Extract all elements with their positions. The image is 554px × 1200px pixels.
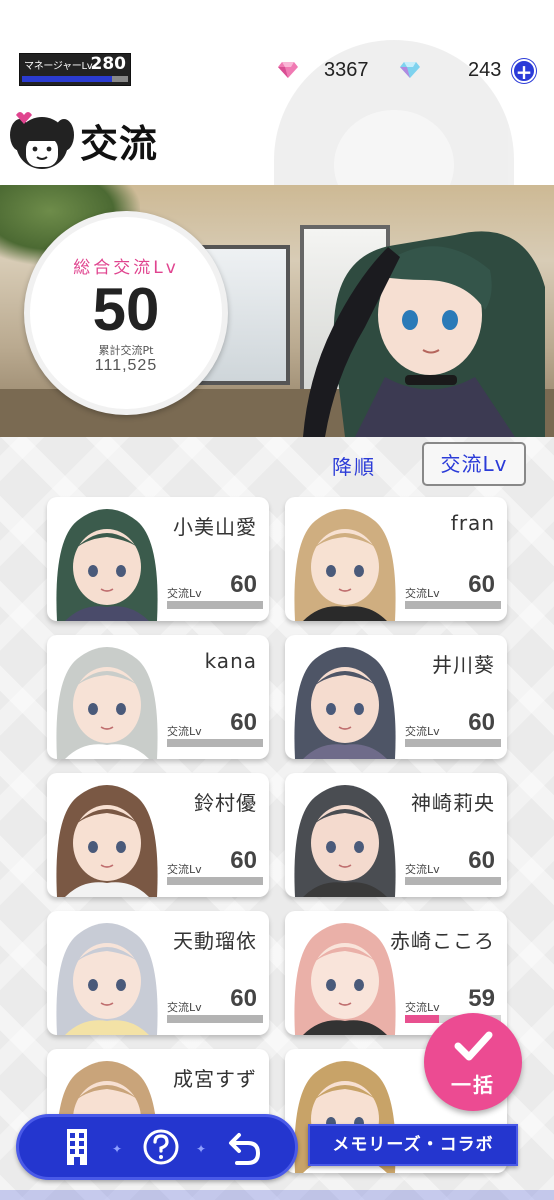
- manager-level-label: マネージャーLv: [24, 61, 93, 72]
- idol-portrait: [294, 509, 396, 621]
- idol-card[interactable]: 井川葵交流Lv 60: [285, 635, 507, 759]
- idol-level-label: 交流Lv: [405, 863, 440, 876]
- idol-level-progress-fill: [167, 1015, 263, 1023]
- idol-name: 赤崎こころ: [390, 929, 495, 953]
- blue-gem-count: 243: [468, 58, 502, 81]
- total-pt-value: 111,525: [94, 357, 158, 374]
- idol-level-progress-bar: [167, 1015, 263, 1023]
- sort-key-button[interactable]: 交流Lv: [422, 442, 526, 486]
- idol-level-value: 60: [230, 709, 257, 736]
- idol-level-label: 交流Lv: [405, 1001, 440, 1014]
- idol-portrait: [56, 509, 158, 621]
- total-level-value: 50: [92, 276, 160, 343]
- idol-level-label: 交流Lv: [167, 587, 202, 600]
- idol-name: 井川葵: [432, 653, 495, 677]
- idol-level-progress-bar: [405, 601, 501, 609]
- idol-level-progress-fill: [405, 877, 501, 885]
- idol-card[interactable]: 小美山愛交流Lv 60: [47, 497, 269, 621]
- idol-level-value: 59: [468, 985, 495, 1012]
- idol-card[interactable]: 神崎莉央交流Lv 60: [285, 773, 507, 897]
- top-bar: マネージャーLv 280 3367 243 + 交流: [0, 0, 554, 185]
- idol-portrait: [294, 785, 396, 897]
- idol-name: 鈴村優: [194, 791, 257, 815]
- help-icon[interactable]: [141, 1127, 181, 1167]
- idol-portrait: [294, 923, 396, 1035]
- idol-portrait: [56, 647, 158, 759]
- idol-level-progress-fill: [167, 877, 263, 885]
- idol-name: 小美山愛: [173, 515, 257, 539]
- idol-portrait: [294, 647, 396, 759]
- idol-level-label: 交流Lv: [405, 587, 440, 600]
- manager-level-value: 280: [90, 54, 127, 74]
- manager-level-box[interactable]: マネージャーLv 280: [19, 53, 131, 86]
- idol-level-value: 60: [230, 985, 257, 1012]
- blue-gem-icon: [400, 62, 420, 78]
- mascot-head-icon: [10, 112, 74, 169]
- idol-name: kana: [204, 649, 257, 673]
- blue-gem-counter: 243: [400, 56, 501, 84]
- idol-name: 神崎莉央: [411, 791, 495, 815]
- total-pt-label: 累計交流Pt: [98, 344, 154, 357]
- bulk-action-button[interactable]: 一括: [424, 1013, 522, 1111]
- idol-portrait: [56, 923, 158, 1035]
- idol-level-progress-bar: [167, 601, 263, 609]
- idol-name: 天動瑠依: [173, 929, 257, 953]
- idol-level-progress-bar: [405, 739, 501, 747]
- idol-card[interactable]: 鈴村優交流Lv 60: [47, 773, 269, 897]
- idol-level-label: 交流Lv: [167, 1001, 202, 1014]
- idol-level-label: 交流Lv: [167, 725, 202, 738]
- idol-level-value: 60: [468, 847, 495, 874]
- idol-level-progress-fill: [405, 601, 501, 609]
- pink-gem-icon: [278, 62, 298, 78]
- idol-level-value: 60: [230, 571, 257, 598]
- manager-exp-bar-fill: [22, 76, 113, 82]
- idol-portrait: [56, 785, 158, 897]
- bottom-strip: [0, 1190, 554, 1200]
- idol-name: fran: [450, 511, 495, 535]
- idol-level-label: 交流Lv: [405, 725, 440, 738]
- idol-name: 成宮すず: [173, 1067, 257, 1091]
- idol-level-progress-fill: [167, 601, 263, 609]
- nav-separator-dot: ✦: [195, 1142, 207, 1156]
- featured-idol-illustration: [303, 231, 545, 437]
- page-header: 交流: [10, 108, 158, 172]
- idol-level-progress-bar: [167, 877, 263, 885]
- manager-exp-bar: [22, 76, 128, 82]
- add-gem-button[interactable]: +: [512, 59, 536, 83]
- idol-level-value: 60: [468, 709, 495, 736]
- idol-level-value: 60: [468, 571, 495, 598]
- page-title: 交流: [80, 121, 159, 166]
- idol-level-value: 60: [230, 847, 257, 874]
- bulk-action-label: 一括: [451, 1073, 495, 1097]
- pink-gem-count: 3367: [324, 58, 369, 81]
- idol-level-progress-fill: [405, 1015, 439, 1023]
- memories-collab-button[interactable]: メモリーズ・コラボ: [308, 1124, 518, 1166]
- idol-level-progress-bar: [405, 877, 501, 885]
- idol-level-progress-bar: [167, 739, 263, 747]
- idol-card[interactable]: kana 交流Lv 60: [47, 635, 269, 759]
- sort-order-toggle[interactable]: 降順: [332, 451, 376, 480]
- back-icon[interactable]: [225, 1127, 265, 1167]
- check-icon: [454, 1031, 493, 1061]
- building-icon[interactable]: [57, 1127, 97, 1167]
- total-level-badge: 総合交流Lv 50 累計交流Pt 111,525: [24, 211, 228, 415]
- idol-level-progress-fill: [405, 739, 501, 747]
- idol-level-progress-fill: [167, 739, 263, 747]
- pink-gem-counter: 3367: [278, 56, 369, 84]
- idol-card[interactable]: fran 交流Lv 60: [285, 497, 507, 621]
- nav-separator-dot: ✦: [111, 1142, 123, 1156]
- bottom-nav: ✦ ✦: [16, 1114, 298, 1180]
- hero-banner: 総合交流Lv 50 累計交流Pt 111,525: [0, 185, 554, 437]
- idol-card[interactable]: 天動瑠依交流Lv 60: [47, 911, 269, 1035]
- idol-level-label: 交流Lv: [167, 863, 202, 876]
